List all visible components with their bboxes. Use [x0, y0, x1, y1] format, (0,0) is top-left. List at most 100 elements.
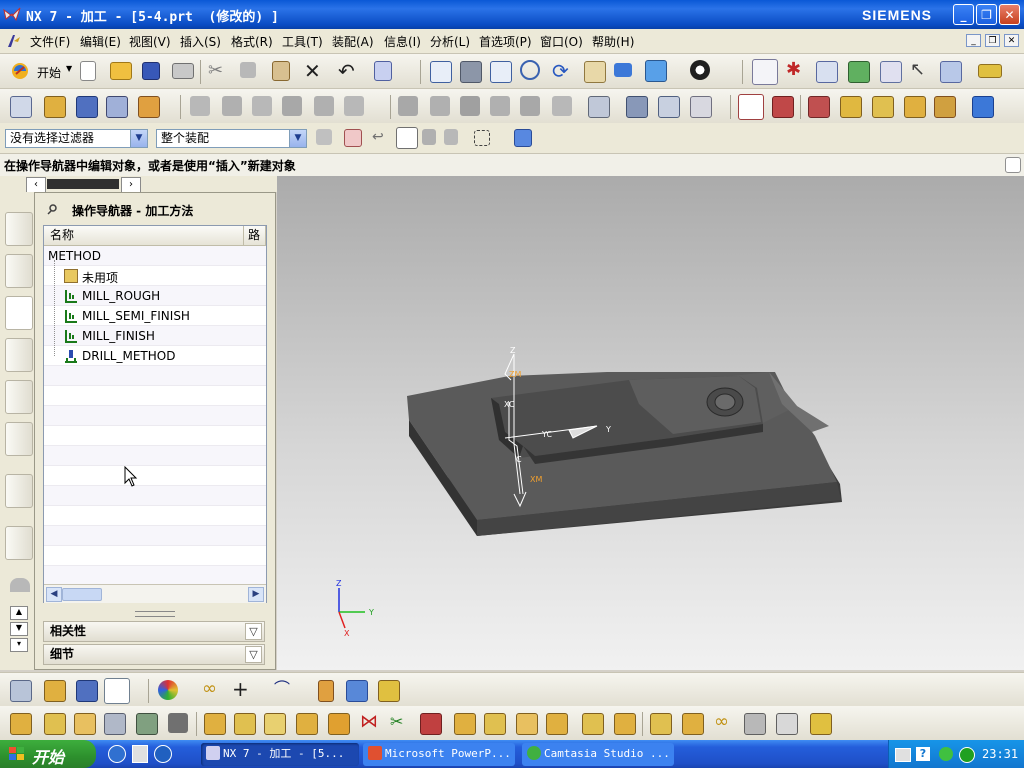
- rotate-icon[interactable]: ⟳: [552, 61, 572, 81]
- select-arrow-icon[interactable]: ↖: [910, 61, 930, 81]
- scroll-left-button[interactable]: ‹: [26, 177, 46, 193]
- graphics-window[interactable]: Z ZM XC YC Y C XM Z Y X: [277, 176, 1024, 670]
- details-panel-header[interactable]: 细节 ▽: [43, 644, 265, 665]
- color-palette-icon[interactable]: [158, 680, 178, 700]
- cut-icon[interactable]: ✂: [208, 62, 228, 82]
- machine-navigator-tab[interactable]: [5, 338, 33, 372]
- open-folder-icon[interactable]: [110, 62, 132, 80]
- windows-start-button[interactable]: 开始: [0, 740, 96, 768]
- doc-close-button[interactable]: ✕: [1004, 34, 1019, 47]
- print-icon[interactable]: [172, 63, 194, 79]
- hscroll-thumb[interactable]: [62, 588, 102, 601]
- undo-icon[interactable]: ↶: [338, 61, 358, 81]
- gouge-check-icon[interactable]: [460, 96, 480, 116]
- menu-file[interactable]: 文件(F): [30, 33, 70, 50]
- chevron-down-icon[interactable]: ▼: [130, 130, 147, 147]
- feature-2-icon[interactable]: [44, 713, 66, 735]
- render-style-icon[interactable]: [645, 60, 667, 82]
- zoom-icon[interactable]: [490, 61, 512, 83]
- column-header-name[interactable]: 名称: [44, 226, 244, 246]
- copy-object-icon[interactable]: [252, 96, 272, 116]
- method-view-icon[interactable]: [106, 96, 128, 118]
- feature-9-icon[interactable]: [264, 713, 286, 735]
- delete-object-icon[interactable]: [314, 96, 334, 116]
- snap-point-icon[interactable]: [344, 129, 362, 147]
- taskbar-item-powerpoint[interactable]: Microsoft PowerP...: [363, 743, 515, 766]
- feeds-speeds-icon[interactable]: [658, 96, 680, 118]
- feature-22-icon[interactable]: [776, 713, 798, 735]
- edit-object-icon[interactable]: [190, 96, 210, 116]
- operation-view-icon[interactable]: [138, 96, 160, 118]
- feature-10-icon[interactable]: [296, 713, 318, 735]
- path-list-icon[interactable]: [430, 96, 450, 116]
- menu-edit[interactable]: 编辑(E): [80, 33, 121, 50]
- tree-hscrollbar[interactable]: ◀ ▶: [44, 584, 266, 603]
- output-cls-icon[interactable]: [588, 96, 610, 118]
- create-group-icon[interactable]: [904, 96, 926, 118]
- start-icon[interactable]: [10, 61, 32, 81]
- menu-preferences[interactable]: 首选项(P): [479, 33, 532, 50]
- ie-icon[interactable]: [108, 745, 126, 763]
- type-filter-dropdown[interactable]: 没有选择过滤器 ▼: [5, 129, 148, 148]
- trim-icon[interactable]: ✂: [390, 713, 410, 733]
- tree-row-mill-finish[interactable]: MILL_FINISH: [44, 326, 266, 346]
- batch-icon[interactable]: [934, 96, 956, 118]
- model-viewport[interactable]: Z ZM XC YC Y C XM Z Y X: [277, 176, 1024, 670]
- geometry-view-icon[interactable]: [76, 96, 98, 118]
- dependencies-panel-header[interactable]: 相关性 ▽: [43, 621, 265, 642]
- create-operation-icon[interactable]: [772, 96, 794, 118]
- cylinder-icon[interactable]: [318, 680, 334, 702]
- chevron-down-icon[interactable]: ▽: [245, 623, 262, 640]
- create-geometry-icon[interactable]: [840, 96, 862, 118]
- create-method-icon[interactable]: [808, 96, 830, 118]
- copy-icon[interactable]: [240, 62, 256, 78]
- doc-restore-button[interactable]: ❐: [985, 34, 1000, 47]
- magnify-icon[interactable]: [520, 60, 540, 80]
- pin-icon[interactable]: [47, 203, 59, 215]
- info-tab[interactable]: [5, 474, 33, 508]
- feature-11-icon[interactable]: [328, 713, 350, 735]
- menu-tools[interactable]: 工具(T): [282, 33, 323, 50]
- shading-icon[interactable]: [690, 60, 710, 80]
- feature-14-icon[interactable]: [484, 713, 506, 735]
- select-edge-icon[interactable]: [444, 129, 458, 145]
- history-tab[interactable]: [10, 578, 30, 592]
- feature-8-icon[interactable]: [234, 713, 256, 735]
- block-icon[interactable]: [346, 680, 368, 702]
- zoom-window-icon[interactable]: [460, 61, 482, 83]
- feature-15-icon[interactable]: [516, 713, 538, 735]
- column-header-path[interactable]: 路: [244, 226, 266, 246]
- scroll-right-button[interactable]: ›: [121, 177, 141, 193]
- feature-17-icon[interactable]: [582, 713, 604, 735]
- create-program-icon[interactable]: [738, 94, 764, 120]
- reset-filter-icon[interactable]: ↩: [372, 129, 392, 149]
- feature-7-icon[interactable]: [204, 713, 226, 735]
- menu-window[interactable]: 窗口(O): [540, 33, 583, 50]
- restore-button[interactable]: ❐: [976, 4, 997, 25]
- create-method-small-icon[interactable]: [104, 678, 130, 704]
- program-order-view-icon[interactable]: [10, 96, 32, 118]
- panel-splitter[interactable]: [135, 611, 175, 617]
- show-desktop-icon[interactable]: [132, 745, 148, 763]
- wcs-orient-icon[interactable]: [752, 59, 778, 85]
- collision-check-icon[interactable]: [490, 96, 510, 116]
- machine-tool-view-icon[interactable]: [44, 96, 66, 118]
- clock-icon[interactable]: [690, 96, 712, 118]
- view-orient-icon[interactable]: [614, 63, 632, 77]
- selection-scope-dropdown[interactable]: 整个装配 ▼: [156, 129, 307, 148]
- constraint-navigator-tab[interactable]: [5, 254, 33, 288]
- post-process-icon[interactable]: [520, 96, 540, 116]
- feature-16-icon[interactable]: [546, 713, 568, 735]
- display-object-icon[interactable]: [344, 96, 364, 116]
- menu-format[interactable]: 格式(R): [231, 33, 273, 50]
- delete-icon[interactable]: ✕: [304, 61, 324, 81]
- menu-view[interactable]: 视图(V): [129, 33, 171, 50]
- pan-icon[interactable]: [584, 61, 606, 83]
- menu-help[interactable]: 帮助(H): [592, 33, 634, 50]
- chevron-down-icon[interactable]: ▽: [245, 646, 262, 663]
- tree-row-mill-semi-finish[interactable]: MILL_SEMI_FINISH: [44, 306, 266, 326]
- keyboard-icon[interactable]: [895, 748, 911, 762]
- mirror-icon[interactable]: ⋈: [360, 713, 380, 733]
- command-finder-icon[interactable]: [374, 61, 392, 81]
- curve-icon[interactable]: ⌒: [274, 680, 294, 700]
